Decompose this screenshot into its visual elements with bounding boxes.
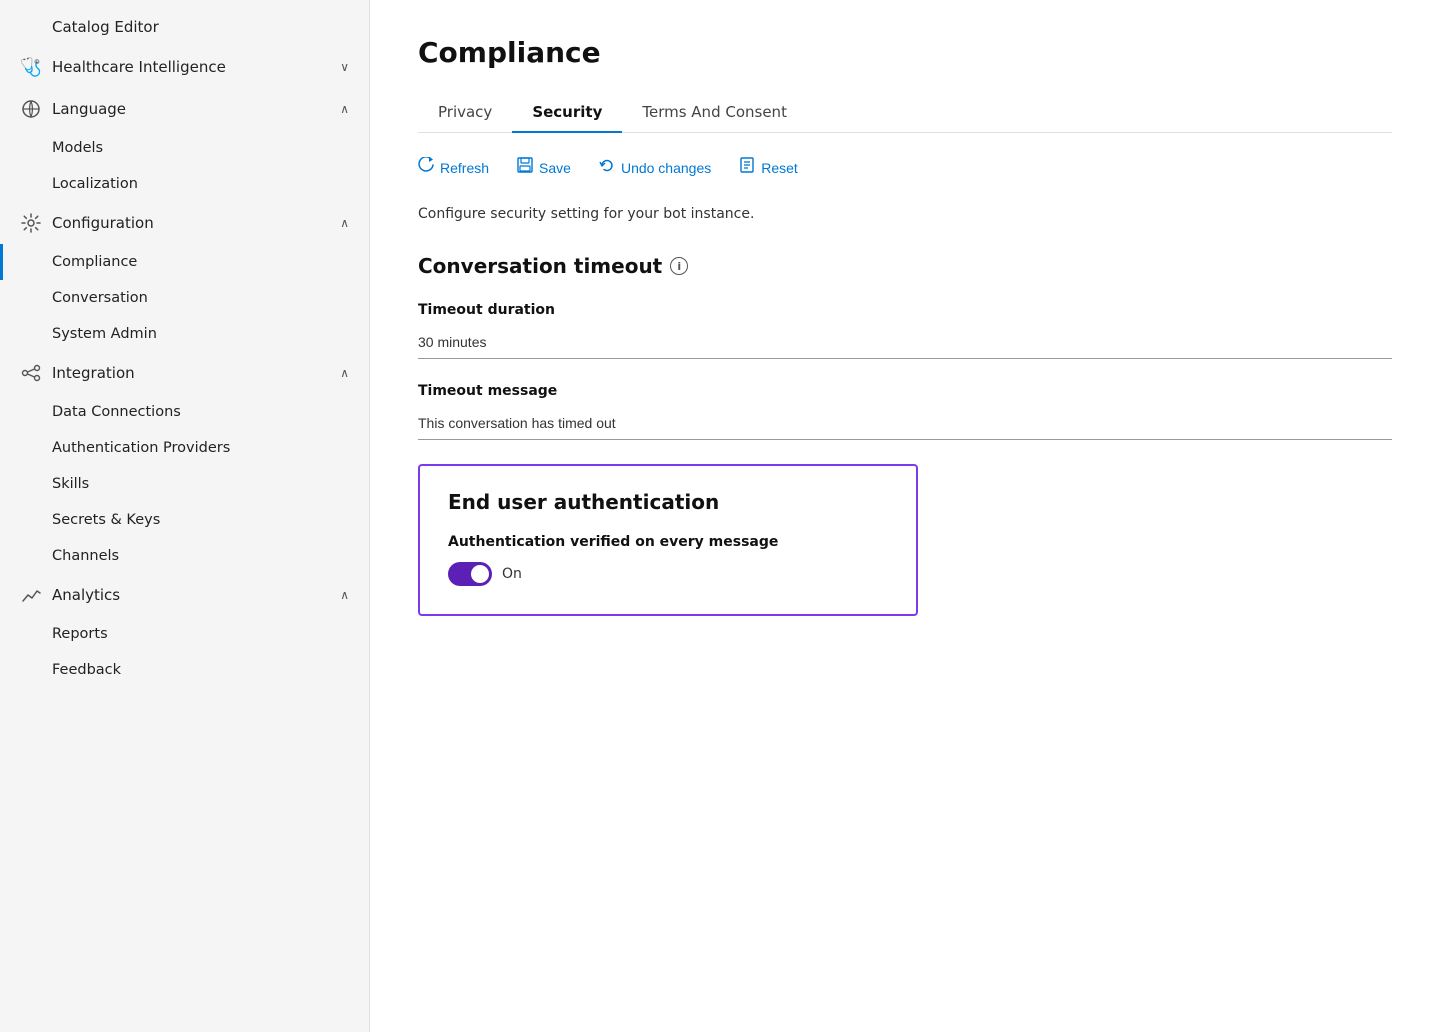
conversation-timeout-title: Conversation timeout i [418,254,1392,278]
sidebar-item-channels[interactable]: Channels [0,538,369,574]
chevron-up-icon-int: ∧ [340,366,349,380]
timeout-message-field: Timeout message [418,383,1392,440]
chevron-up-icon: ∧ [340,102,349,116]
sidebar-item-data-connections[interactable]: Data Connections [0,394,369,430]
chevron-up-icon-analytics: ∧ [340,588,349,602]
tab-security[interactable]: Security [512,93,622,133]
sidebar-item-models[interactable]: Models [0,130,369,166]
sidebar-item-auth-providers[interactable]: Authentication Providers [0,430,369,466]
sidebar-item-skills[interactable]: Skills [0,466,369,502]
timeout-duration-field: Timeout duration [418,302,1392,359]
chevron-down-icon: ∨ [340,60,349,74]
description-text: Configure security setting for your bot … [418,206,1392,222]
save-icon [517,157,533,178]
sidebar-item-system-admin[interactable]: System Admin [0,316,369,352]
end-user-auth-box: End user authentication Authentication v… [418,464,918,616]
reset-button[interactable]: Reset [739,153,798,182]
sidebar-item-feedback[interactable]: Feedback [0,652,369,688]
sidebar-item-conversation[interactable]: Conversation [0,280,369,316]
toggle-state-text: On [502,566,522,582]
sidebar-item-reports[interactable]: Reports [0,616,369,652]
reset-icon [739,157,755,178]
info-icon[interactable]: i [670,257,688,275]
toolbar: Refresh Save Undo changes [418,153,1392,182]
chevron-up-icon-config: ∧ [340,216,349,230]
undo-icon [599,157,615,178]
tab-bar: Privacy Security Terms And Consent [418,93,1392,133]
sidebar-item-language[interactable]: Language ∧ [0,88,369,130]
language-icon [20,98,42,120]
sidebar-item-compliance[interactable]: Compliance [0,244,369,280]
analytics-icon [20,584,42,606]
config-icon [20,212,42,234]
toggle-knob [471,565,489,583]
timeout-message-label: Timeout message [418,383,1392,399]
refresh-button[interactable]: Refresh [418,153,489,182]
auth-toggle-label: Authentication verified on every message [448,534,888,550]
auth-box-title: End user authentication [448,490,888,514]
healthcare-icon: 🩺 [20,56,42,78]
timeout-duration-label: Timeout duration [418,302,1392,318]
tab-terms[interactable]: Terms And Consent [622,93,807,133]
integration-icon [20,362,42,384]
sidebar-item-configuration[interactable]: Configuration ∧ [0,202,369,244]
page-title: Compliance [418,36,1392,69]
timeout-message-input[interactable] [418,407,1392,440]
sidebar: Catalog Editor 🩺 Healthcare Intelligence… [0,0,370,1032]
sidebar-item-localization[interactable]: Localization [0,166,369,202]
sidebar-item-integration[interactable]: Integration ∧ [0,352,369,394]
toggle-row: On [448,562,888,586]
tab-privacy[interactable]: Privacy [418,93,512,133]
save-button[interactable]: Save [517,153,571,182]
main-content: Compliance Privacy Security Terms And Co… [370,0,1440,1032]
sidebar-item-catalog-editor[interactable]: Catalog Editor [0,8,369,46]
sidebar-item-secrets-keys[interactable]: Secrets & Keys [0,502,369,538]
sidebar-item-healthcare-intelligence[interactable]: 🩺 Healthcare Intelligence ∨ [0,46,369,88]
auth-toggle[interactable] [448,562,492,586]
sidebar-item-analytics[interactable]: Analytics ∧ [0,574,369,616]
timeout-duration-input[interactable] [418,326,1392,359]
refresh-icon [418,157,434,178]
undo-button[interactable]: Undo changes [599,153,711,182]
